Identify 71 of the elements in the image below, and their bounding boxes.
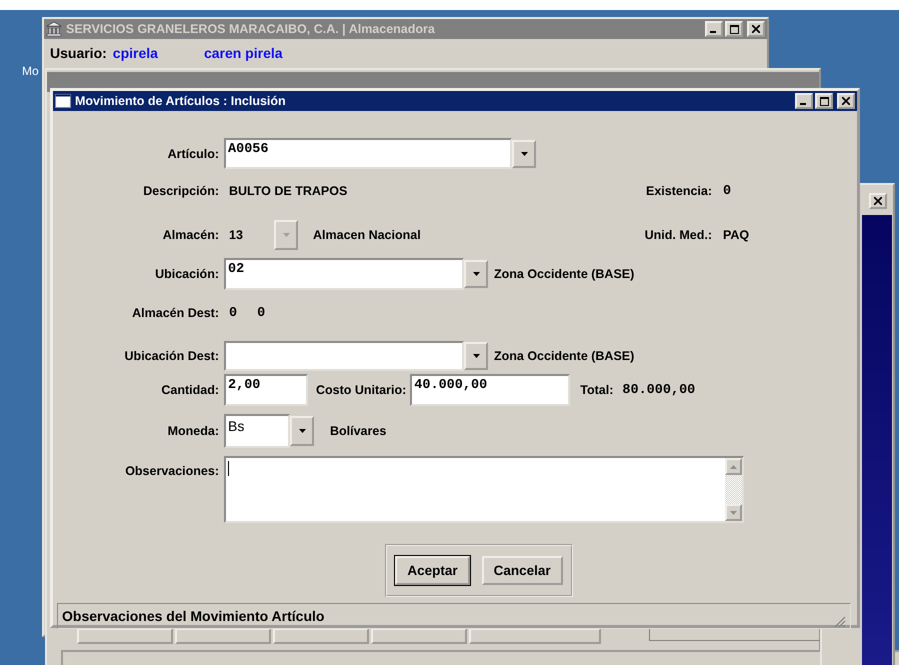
caret-icon: [298, 429, 306, 433]
currency-name: Bolívares: [330, 424, 386, 438]
total-value: 80.000,00: [622, 382, 696, 398]
user-label: Usuario:: [50, 45, 107, 61]
currency-combo-field[interactable]: Bs: [224, 414, 290, 448]
field-label: Costo Unitario:: [316, 383, 406, 397]
resize-grip-icon: [834, 616, 846, 628]
dest-location-combo-field[interactable]: [224, 341, 464, 371]
field-label: Total:: [580, 383, 614, 397]
maximize-icon: [820, 96, 828, 106]
down-arrow-icon: [730, 510, 737, 514]
article-combo-field[interactable]: A0056: [224, 138, 512, 169]
dropdown-button[interactable]: [464, 260, 488, 288]
dropdown-button[interactable]: [464, 342, 488, 370]
close-icon: [842, 97, 850, 105]
dest-location-name: Zona Occidente (BASE): [494, 349, 634, 363]
scrollbar[interactable]: [725, 458, 742, 521]
maximize-button[interactable]: [815, 93, 833, 109]
close-button[interactable]: [837, 93, 855, 109]
unit-value: PAQ: [723, 228, 750, 242]
field-label: Artículo:: [166, 146, 219, 160]
caret-icon: [520, 152, 528, 156]
dest-warehouse-name: 0: [257, 306, 266, 320]
location-combo-field[interactable]: 02: [224, 258, 464, 290]
field-label: Unid. Med.:: [644, 228, 712, 242]
window-title: Movimiento de Artículos : Inclusión: [75, 94, 286, 108]
field-label: Cantidad:: [160, 383, 219, 397]
user-name: caren pirela: [204, 45, 283, 61]
scroll-up-button[interactable]: [725, 458, 742, 475]
status-text: Observaciones del Movimiento Artículo: [62, 608, 324, 624]
close-button[interactable]: [869, 193, 887, 209]
field-label: Ubicación Dest:: [124, 349, 219, 363]
field-label: Almacén:: [162, 228, 219, 242]
warehouse-name: Almacen Nacional: [313, 228, 421, 242]
caret-icon: [472, 354, 480, 358]
caret-icon: [282, 233, 290, 237]
caret-icon: [472, 272, 480, 276]
field-label: Almacén Dest:: [131, 306, 219, 320]
dropdown-button[interactable]: [290, 416, 314, 446]
desktop-label: Mo: [22, 64, 39, 78]
warehouse-code: 13: [229, 228, 244, 242]
field-label: Existencia:: [644, 184, 712, 198]
unit-cost-field[interactable]: 40.000,00: [410, 374, 570, 406]
dialog-button[interactable]: Aceptar: [395, 556, 470, 585]
tab[interactable]: [469, 628, 601, 644]
maximize-icon: [730, 24, 738, 34]
text-cursor: [228, 461, 229, 476]
field-label: Descripción:: [142, 184, 219, 198]
dest-warehouse-code: 0: [229, 306, 238, 320]
notes-text-area[interactable]: [224, 456, 744, 523]
minimize-button[interactable]: [795, 93, 813, 109]
user-login: cpirela: [112, 45, 158, 61]
scroll-down-button[interactable]: [725, 504, 742, 521]
tab[interactable]: [371, 628, 467, 644]
window-title: SERVICIOS GRANELEROS MARACAIBO, C.A. | Almacenadora: [66, 22, 435, 36]
dialog-button[interactable]: Cancelar: [482, 556, 563, 585]
building-icon: [46, 21, 62, 37]
dropdown-button[interactable]: [512, 140, 536, 168]
up-arrow-icon: [730, 464, 737, 468]
field-label: Ubicación:: [154, 267, 219, 281]
field-label: Moneda:: [166, 424, 219, 438]
close-icon: [874, 197, 882, 205]
location-name: Zona Occidente (BASE): [494, 267, 634, 281]
stock-value: 0: [723, 184, 732, 198]
quantity-field[interactable]: 2,00: [224, 374, 308, 406]
tab[interactable]: [77, 628, 173, 644]
description-value: BULTO DE TRAPOS: [229, 184, 348, 198]
close-icon: [752, 25, 760, 33]
tab[interactable]: [175, 628, 271, 644]
field-label: Observaciones:: [124, 464, 219, 478]
tab[interactable]: [273, 628, 369, 644]
